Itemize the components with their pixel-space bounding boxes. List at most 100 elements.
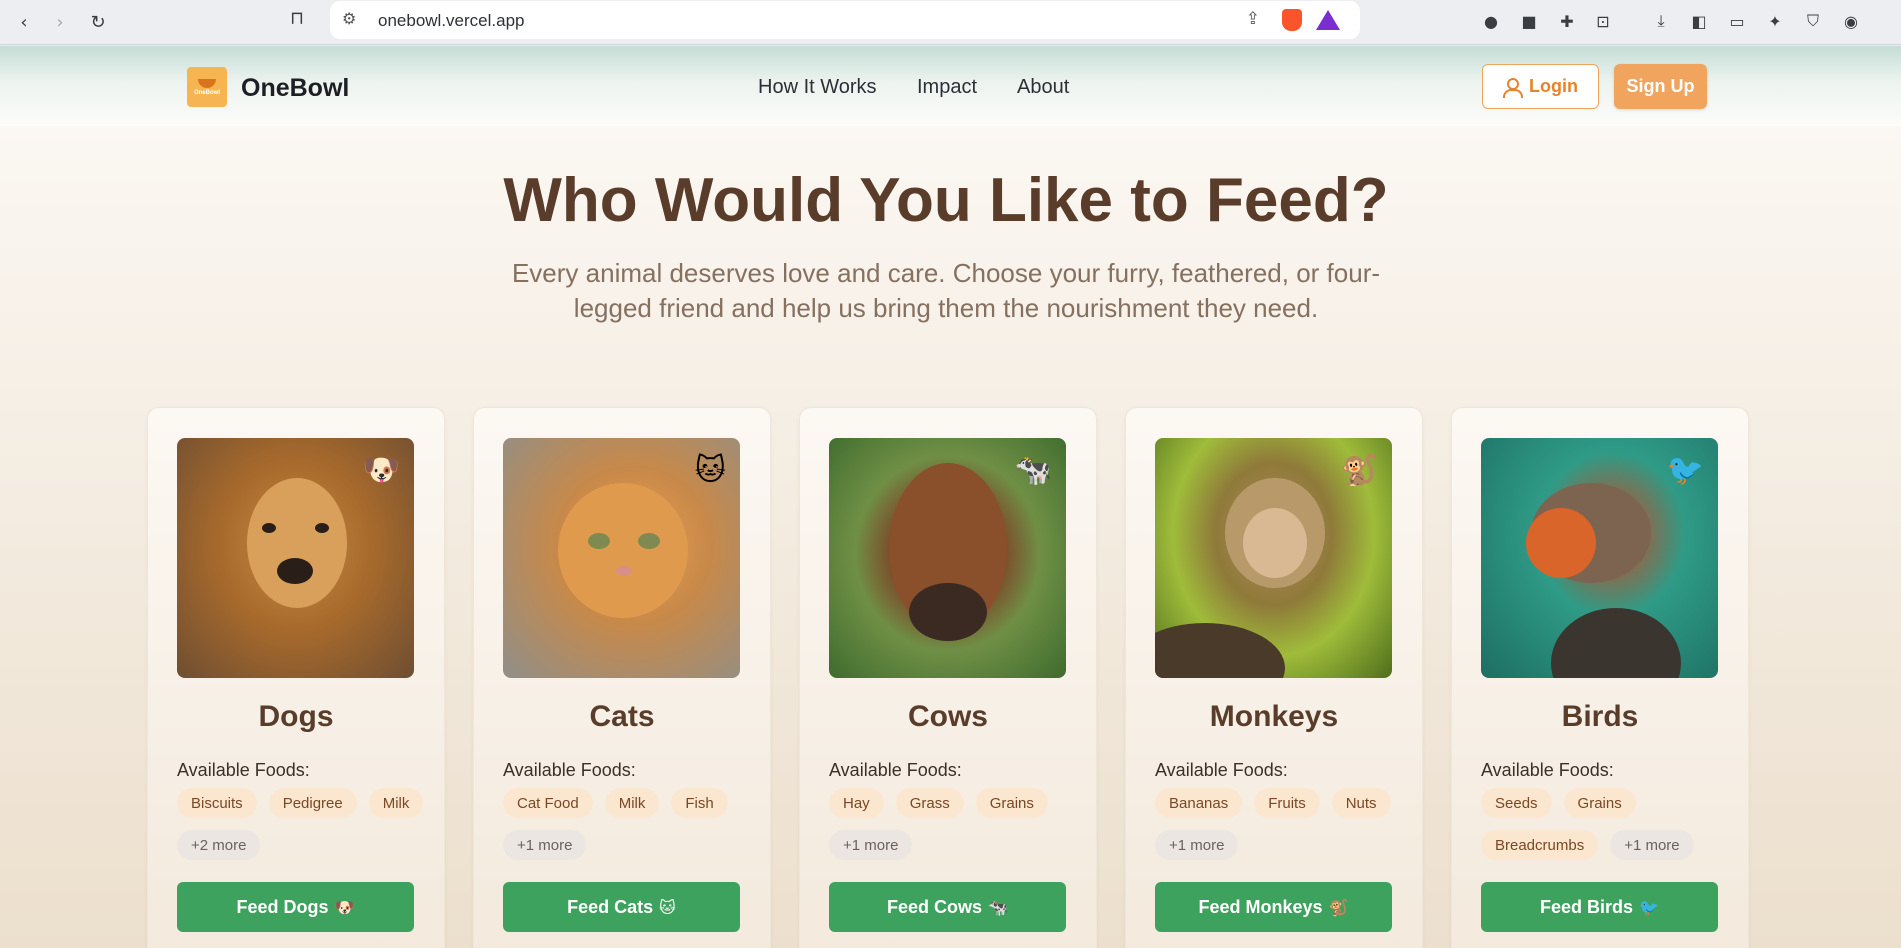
animal-card-birds[interactable]: 🐦 Birds Available Foods: Seeds Grains Br… [1451, 407, 1749, 948]
bird-photo: 🐦 [1481, 438, 1718, 678]
feed-dogs-button[interactable]: Feed Dogs 🐶 [177, 882, 414, 932]
site-settings-icon[interactable]: ⚙ [342, 9, 356, 28]
food-chip: Grains [1563, 788, 1636, 818]
foods-label: Available Foods: [829, 760, 962, 780]
food-chip: Grass [895, 788, 964, 818]
cow-photo: 🐄 [829, 438, 1066, 678]
animal-card-cows[interactable]: 🐄 Cows Available Foods: Hay Grass Grains… [799, 407, 1097, 948]
food-chip: Biscuits [177, 788, 257, 818]
extension-globe-icon[interactable]: ● [1480, 10, 1502, 32]
food-chips: Cat Food Milk Fish +1 more [503, 788, 753, 860]
monkey-photo: 🐒 [1155, 438, 1392, 678]
feed-cows-button[interactable]: Feed Cows 🐄 [829, 882, 1066, 932]
brave-rewards-icon[interactable] [1316, 10, 1340, 30]
card-title: Monkeys [1209, 700, 1339, 733]
foods-label: Available Foods: [1155, 760, 1288, 780]
nav-how-it-works[interactable]: How It Works [758, 76, 877, 99]
signup-button[interactable]: Sign Up [1614, 64, 1707, 109]
foods-label: Available Foods: [503, 760, 636, 780]
animal-card-monkeys[interactable]: 🐒 Monkeys Available Foods: Bananas Fruit… [1125, 407, 1423, 948]
cat-emoji-badge: 🐱 [694, 453, 726, 488]
food-chip: Cat Food [503, 788, 593, 818]
share-icon[interactable]: ⇪ [1246, 9, 1260, 29]
address-bar[interactable]: ⚙ onebowl.vercel.app ⇪ [330, 1, 1360, 39]
bookmark-icon[interactable]: ⊓ [290, 8, 304, 29]
cow-muzzle [909, 583, 987, 641]
food-chip: Nuts [1331, 788, 1391, 818]
logo-icon[interactable]: OneBowl [187, 67, 227, 107]
animal-card-cats[interactable]: 🐱 Cats Available Foods: Cat Food Milk Fi… [473, 407, 771, 948]
brave-shields-icon[interactable] [1282, 9, 1302, 31]
food-chips: Bananas Fruits Nuts +1 more [1155, 788, 1405, 860]
food-chip: Milk [604, 788, 660, 818]
main-content: Who Would You Like to Feed? Every animal… [0, 126, 1901, 948]
browser-toolbar: ‹ › ↻ ⊓ ⚙ onebowl.vercel.app ⇪ ● ■ ✚ ⊡ ⤓… [0, 0, 1901, 45]
extension-red-icon[interactable]: ■ [1518, 10, 1540, 32]
login-button[interactable]: Login [1482, 64, 1599, 109]
animal-card-dogs[interactable]: 🐶 Dogs Available Foods: Biscuits Pedigre… [147, 407, 445, 948]
food-chip: Breadcrumbs [1481, 830, 1599, 860]
feed-button-label: Feed Birds [1540, 896, 1634, 917]
bird-icon: 🐦 [1639, 897, 1659, 917]
cat-nose [616, 566, 632, 576]
login-label: Login [1529, 76, 1578, 96]
dog-photo: 🐶 [177, 438, 414, 678]
extension-search-icon[interactable]: ⊡ [1592, 10, 1614, 32]
card-title: Birds [1561, 700, 1639, 733]
feed-button-label: Feed Dogs [236, 896, 329, 917]
cow-icon: 🐄 [988, 897, 1008, 917]
foods-label: Available Foods: [177, 760, 310, 780]
dog-emoji-badge: 🐶 [362, 453, 400, 488]
downloads-icon[interactable]: ⤓ [1650, 10, 1672, 32]
card-title: Cats [589, 700, 655, 733]
nav-about[interactable]: About [1017, 76, 1069, 99]
cow-emoji-badge: 🐄 [1014, 453, 1052, 488]
feed-monkeys-button[interactable]: Feed Monkeys 🐒 [1155, 882, 1392, 932]
more-foods-chip[interactable]: +1 more [829, 830, 913, 860]
food-chip: Milk [368, 788, 424, 818]
bowl-icon [198, 78, 216, 88]
bird-breast [1526, 508, 1596, 578]
leo-ai-icon[interactable]: ✦ [1764, 10, 1786, 32]
bird-emoji-badge: 🐦 [1666, 453, 1704, 488]
monkey-emoji-badge: 🐒 [1340, 453, 1378, 488]
url-text[interactable]: onebowl.vercel.app [378, 11, 524, 31]
feed-button-label: Feed Cows [887, 896, 983, 917]
nav-impact[interactable]: Impact [917, 76, 977, 99]
user-icon [1503, 77, 1523, 98]
feed-cats-button[interactable]: Feed Cats 🐱 [503, 882, 740, 932]
vpn-shield-icon[interactable]: ⛉ [1802, 10, 1824, 32]
food-chips: Seeds Grains Breadcrumbs +1 more [1481, 788, 1731, 860]
page-subtitle: Every animal deserves love and care. Cho… [511, 258, 1381, 323]
sidebar-icon[interactable]: ◧ [1688, 10, 1710, 32]
perch-rock [1551, 608, 1681, 678]
page-title: Who Would You Like to Feed? [503, 166, 1389, 235]
more-foods-chip[interactable]: +2 more [177, 830, 261, 860]
dog-icon: 🐶 [334, 897, 355, 917]
food-chips: Biscuits Pedigree Milk +2 more [177, 788, 427, 860]
reload-icon[interactable]: ↻ [84, 8, 112, 36]
brand-name[interactable]: OneBowl [241, 74, 349, 103]
food-chip: Seeds [1481, 788, 1552, 818]
more-foods-chip[interactable]: +1 more [1610, 830, 1694, 860]
profile-avatar-icon[interactable]: ◉ [1840, 10, 1862, 32]
food-chip: Grains [975, 788, 1048, 818]
forward-icon[interactable]: › [46, 8, 74, 36]
more-foods-chip[interactable]: +1 more [1155, 830, 1239, 860]
dog-nose [277, 558, 313, 584]
logo-text: OneBowl [193, 89, 220, 96]
wallet-icon[interactable]: ▭ [1726, 10, 1748, 32]
extensions-puzzle-icon[interactable]: ✚ [1556, 10, 1578, 32]
food-chip: Fruits [1254, 788, 1320, 818]
foods-label: Available Foods: [1481, 760, 1614, 780]
feed-button-label: Feed Monkeys [1198, 896, 1323, 917]
feed-birds-button[interactable]: Feed Birds 🐦 [1481, 882, 1718, 932]
food-chips: Hay Grass Grains +1 more [829, 788, 1079, 860]
monkey-face [1243, 508, 1307, 578]
feed-button-label: Feed Cats [567, 896, 654, 917]
food-chip: Fish [671, 788, 728, 818]
more-foods-chip[interactable]: +1 more [503, 830, 587, 860]
cat-photo: 🐱 [503, 438, 740, 678]
food-chip: Bananas [1155, 788, 1243, 818]
back-icon[interactable]: ‹ [10, 8, 38, 36]
